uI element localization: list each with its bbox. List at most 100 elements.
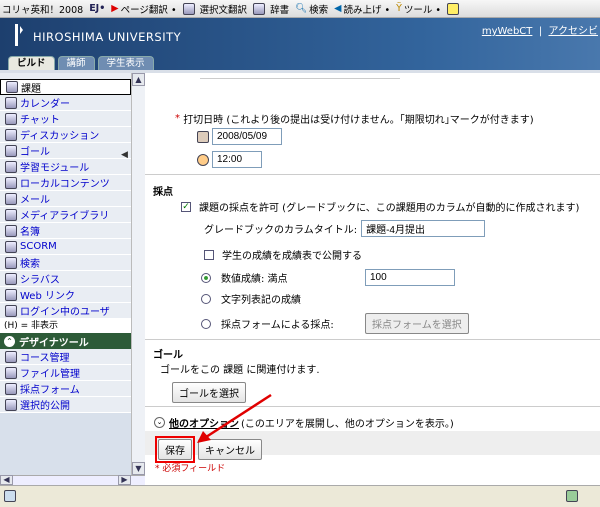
sidebar-item-12[interactable]: シラバス [0,271,131,287]
roster-icon [5,224,17,237]
module-icon [5,160,17,173]
scroll-left-icon[interactable]: ◀ [0,475,13,485]
web-link-icon [5,288,17,301]
content-icon [5,176,17,189]
zone-icon [566,490,578,502]
chat-icon [5,112,17,125]
dictionary-button[interactable]: 辞書 [253,2,289,16]
scroll-down-icon[interactable]: ▼ [132,462,145,475]
speaker-icon: ◀ [334,3,342,14]
collapse-icon: ⌃ [4,335,15,347]
sidebar-item-4[interactable]: ゴール [0,143,131,159]
tab-instructor[interactable]: 講師 [57,56,95,70]
site-header: HIROSHIMA UNIVERSITY myWebCT | アクセシビ ビルド… [0,18,600,70]
nav-item-label: SCORM [20,241,57,252]
sidebar-item-1[interactable]: カレンダー [0,95,131,111]
tab-build[interactable]: ビルド [8,56,55,70]
nav-item-label: ゴール [20,147,50,158]
sidebar-item-0[interactable]: 課題 [0,79,131,95]
translate-icon [182,2,195,15]
designer-item-1[interactable]: ファイル管理 [0,365,131,381]
search-icon [5,256,17,269]
nav-item-label: メディアライブラリ [20,211,110,222]
nav-scrollbar[interactable]: ▲ ▼ [131,73,145,475]
sidebar-item-6[interactable]: ローカルコンテンツ [0,175,131,191]
sidebar-item-5[interactable]: 学習モジュール [0,159,131,175]
nav-item-label: 検索 [20,259,40,270]
sidebar-item-2[interactable]: チャット [0,111,131,127]
sidebar-item-9[interactable]: 名簿 [0,223,131,239]
tools-button[interactable]: Ÿ ツール • [396,2,441,16]
grading-form-icon [5,382,17,395]
nav-item-label: ローカルコンテンツ [20,179,110,190]
nav-item-label: 課題 [21,83,41,95]
hidden-legend: (H) = 非表示 [0,319,131,333]
sidebar-item-10[interactable]: SCORM [0,239,131,255]
search-button[interactable]: 🔍︎ 検索 [295,2,328,16]
course-admin-icon [5,350,17,363]
tab-student-view[interactable]: 学生表示 [97,56,154,70]
users-online-icon [5,304,17,317]
media-icon [5,208,17,221]
course-tools-nav: 課題カレンダーチャットディスカッション ゴール学習モジュールローカルコンテンツ メー… [0,73,131,475]
top-links: myWebCT | アクセシビ [481,26,599,37]
goal-icon [5,144,17,157]
sidebar-item-3[interactable]: ディスカッション [0,127,131,143]
discussion-icon [5,128,17,141]
scorm-icon [5,240,17,253]
designer-tools-header[interactable]: ⌃ デザイナツール [0,333,131,349]
nav-item-label: カレンダー [20,99,70,110]
nav-horizontal-scrollbar[interactable]: ◀ ▶ [0,475,145,485]
university-logo-icon [15,24,23,46]
designer-item-3[interactable]: 選択的公開 [0,397,131,413]
sidebar-item-11[interactable]: 検索 [0,255,131,271]
nav-item-label: シラバス [20,275,60,286]
ej-menu[interactable]: EJ• [89,3,105,14]
toolbar-brand: コリャ英和！2008 [2,4,84,16]
scroll-right-icon[interactable]: ▶ [118,475,131,485]
read-aloud-button[interactable]: ◀ 読み上げ • [334,2,390,16]
designer-item-0[interactable]: コース管理 [0,349,131,365]
sidebar-item-14[interactable]: ログイン中のユーザ [0,303,131,319]
nav-item-label: ログイン中のユーザ [20,307,110,318]
nav-item-label: チャット [20,115,60,126]
sidebar-item-8[interactable]: メディアライブラリ [0,207,131,223]
nav-item-label: ディスカッション [20,131,100,142]
annotation-arrow [197,393,272,443]
selection-translate-button[interactable]: 選択文翻訳 [182,2,247,16]
nav-collapse-handle[interactable]: ◀ [121,150,128,160]
ie-page-icon [4,490,16,502]
magnifier-icon: 🔍︎ [295,3,308,14]
nav-item-label: コース管理 [20,353,70,364]
nav-item-label: 名簿 [20,227,40,238]
university-name: HIROSHIMA UNIVERSITY [33,30,182,44]
mywebct-link[interactable]: myWebCT [482,26,533,37]
role-tabs: ビルド 講師 学生表示 [8,56,154,70]
play-icon: ▶ [111,3,119,14]
accessibility-link[interactable]: アクセシビ [549,26,599,37]
assignment-form: * 打切日時 (これより後の提出は受け付けません。｢期限切れ｣マークが付きます)… [145,73,600,485]
status-bar [0,485,600,507]
dictionary-icon [253,2,266,15]
page-translate-button[interactable]: ▶ ページ翻訳 • [111,2,176,16]
scroll-up-icon[interactable]: ▲ [132,73,145,86]
nav-item-label: 選択的公開 [20,401,70,412]
nav-item-label: ファイル管理 [20,369,80,380]
mail-icon [5,192,17,205]
designer-item-2[interactable]: 採点フォーム [0,381,131,397]
sidebar-item-13[interactable]: Web リンク [0,287,131,303]
help-icon[interactable] [447,2,460,15]
syllabus-icon [5,272,17,285]
sidebar-item-7[interactable]: メール [0,191,131,207]
release-icon [5,398,17,411]
browser-toolbar: コリャ英和！2008 EJ• ▶ ページ翻訳 • 選択文翻訳 辞書 🔍︎ 検索 … [0,0,600,18]
nav-item-label: 学習モジュール [20,163,90,174]
nav-item-list: 課題カレンダーチャットディスカッション ゴール学習モジュールローカルコンテンツ メー… [0,79,131,319]
assignment-icon [6,81,18,93]
nav-item-label: 採点フォーム [20,385,80,396]
nav-item-label: メール [20,195,50,206]
nav-item-label: Web リンク [20,291,75,302]
pin-icon: Ÿ [396,3,402,14]
calendar-icon [5,96,17,109]
designer-item-list: コース管理ファイル管理 採点フォーム 選択的公開 [0,349,131,413]
